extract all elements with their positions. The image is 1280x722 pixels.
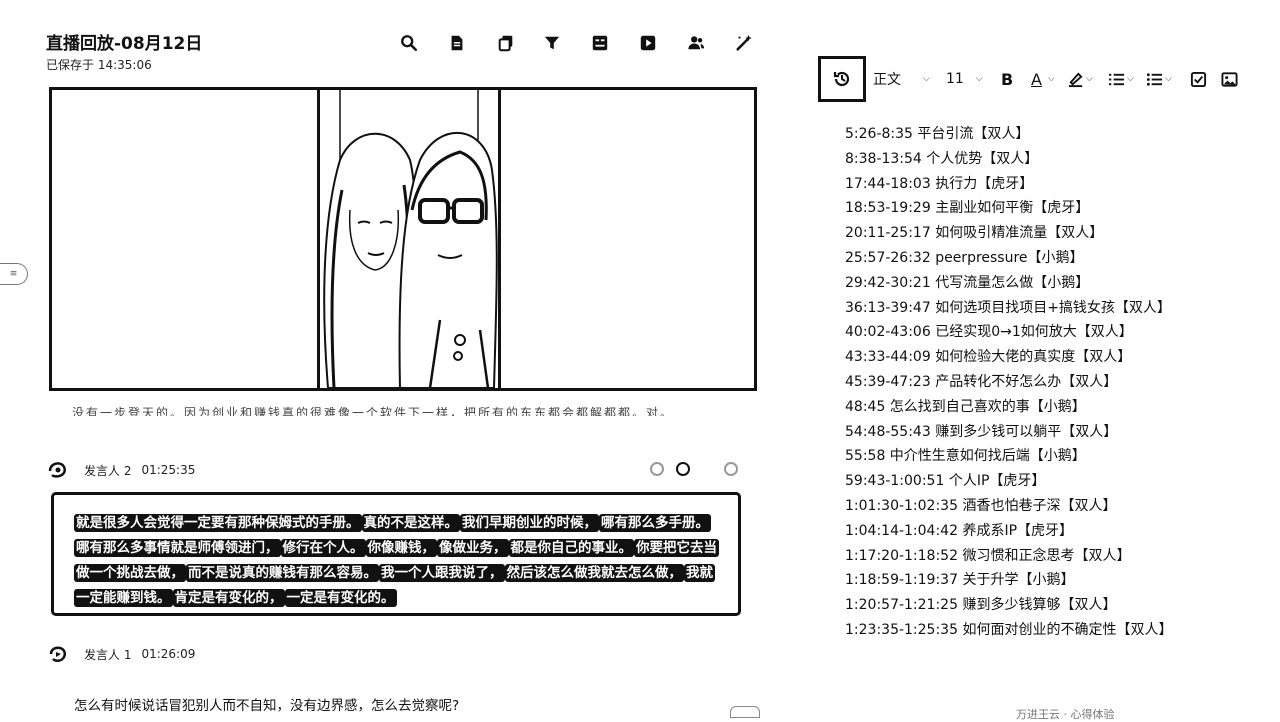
transcript-segment[interactable]: 修行在个人。	[280, 539, 366, 557]
speaker-name: 发言人 2	[84, 463, 132, 478]
chapter-item[interactable]: 55:58 中介性生意如何找后端【小鹅】	[845, 444, 1265, 469]
font-size-value: 11	[946, 71, 964, 87]
chapter-item[interactable]: 20:11-25:17 如何吸引精准流量【双人】	[845, 221, 1265, 246]
chapter-item[interactable]: 25:57-26:32 peerpressure【小鹅】	[845, 246, 1265, 271]
expand-panel-tab[interactable]: ≡	[0, 263, 28, 285]
chapter-item[interactable]: 54:48-55:43 赚到多少钱可以躺平【双人】	[845, 420, 1265, 445]
text-color-icon: A	[1031, 69, 1042, 89]
transcript-segment[interactable]: 肯定是有变化的，	[172, 589, 285, 607]
speaker-photo	[317, 90, 501, 388]
transcript-segment[interactable]: 就是很多人会觉得一定要有那种保姆式的手册。	[74, 514, 362, 532]
transcript-segment[interactable]: 而不是说真的赚钱有那么容易。	[186, 564, 379, 582]
transcript-segment[interactable]: 你像赚钱，	[365, 539, 437, 557]
page-title: 直播回放-08月12日	[46, 34, 203, 54]
image-icon	[1221, 71, 1238, 87]
play-icon[interactable]	[637, 32, 659, 54]
transcript-segment[interactable]: 我们早期创业的时候，	[460, 514, 599, 532]
chevron-down-icon: ⌵	[1047, 74, 1055, 84]
segment-controls	[650, 462, 738, 476]
bullet-list-icon	[1146, 72, 1163, 86]
transcript-segment[interactable]: 真的不是这样。	[361, 514, 460, 532]
transcript-segment[interactable]: 一定是有变化的。	[284, 589, 397, 607]
speaker-header: 发言人 1 01:26:09	[48, 644, 195, 664]
subtitle-icon[interactable]	[589, 32, 611, 54]
chapter-item[interactable]: 1:18:59-1:19:37 关于升学【小鹅】	[845, 568, 1265, 593]
chevron-down-icon: ⌵	[1086, 74, 1093, 84]
text-color-button[interactable]: A ⌵	[1031, 69, 1055, 89]
chapter-item[interactable]: 40:02-43:06 已经实现0→1如何放大【双人】	[845, 320, 1265, 345]
chapter-item[interactable]: 18:53-19:29 主副业如何平衡【虎牙】	[845, 196, 1265, 221]
chapter-item[interactable]: 17:44-18:03 执行力【虎牙】	[845, 172, 1265, 197]
chapter-item[interactable]: 1:17:20-1:18:52 微习惯和正念思考【双人】	[845, 544, 1265, 569]
history-icon	[833, 71, 850, 87]
chapter-item[interactable]: 59:43-1:00:51 个人IP【虎牙】	[845, 469, 1265, 494]
transcript-segment[interactable]: 我一个人跟我说了，	[379, 564, 505, 582]
history-button[interactable]	[818, 56, 866, 102]
filter-icon[interactable]	[541, 32, 563, 54]
paragraph-style-select[interactable]: 正文 ⌵	[873, 69, 930, 89]
chapter-item[interactable]: 36:13-39:47 如何选项目找项目+搞钱女孩【双人】	[845, 296, 1265, 321]
scroll-handle[interactable]	[730, 706, 760, 718]
people-icon[interactable]	[685, 32, 707, 54]
transcript-paragraph[interactable]: 就是很多人会觉得一定要有那种保姆式的手册。 真的不是这样。 我们早期创业的时候， 哪有…	[51, 492, 741, 616]
chevron-down-icon: ⌵	[1165, 74, 1172, 84]
bullet-list-button[interactable]: ⌵	[1146, 69, 1172, 89]
chapter-item[interactable]: 45:39-47:23 产品转化不好怎么办【双人】	[845, 370, 1265, 395]
transcript-paragraph[interactable]: 怎么有时候说话冒犯别人而不自知，没有边界感，怎么去觉察呢?	[74, 694, 459, 714]
paragraph-style-label: 正文	[873, 72, 901, 88]
chapter-item[interactable]: 1:20:57-1:21:25 赚到多少钱算够【双人】	[845, 593, 1265, 618]
option-circle-icon[interactable]	[650, 462, 664, 476]
chevron-down-icon: ⌵	[975, 74, 983, 84]
insert-image-button[interactable]	[1221, 69, 1238, 89]
speaker-avatar-icon	[49, 646, 67, 662]
speaker-avatar-icon	[48, 462, 66, 478]
chapter-item[interactable]: 1:23:35-1:25:35 如何面对创业的不确定性【双人】	[845, 618, 1265, 643]
speaker-name: 发言人 1	[84, 647, 132, 662]
bold-button[interactable]: B	[1001, 69, 1013, 89]
checklist-button[interactable]	[1190, 69, 1207, 89]
chapter-item[interactable]: 48:45 怎么找到自己喜欢的事【小鹅】	[845, 395, 1265, 420]
transcript-text: 就是很多人会觉得一定要有那种保姆式的手册。 真的不是这样。 我们早期创业的时候， 哪有…	[74, 511, 720, 611]
checkbox-icon	[1190, 71, 1207, 87]
ordered-list-button[interactable]: ⌵	[1108, 69, 1134, 89]
transcript-segment[interactable]: 然后该怎么做我就去怎么做，	[504, 564, 684, 582]
speaker-header: 发言人 2 01:25:35	[48, 460, 195, 480]
ordered-list-icon	[1108, 73, 1125, 85]
saved-status: 已保存于 14:35:06	[46, 58, 152, 72]
chapter-item[interactable]: 5:26-8:35 平台引流【双人】	[845, 122, 1265, 147]
search-icon[interactable]	[398, 32, 420, 54]
transcript-segment[interactable]: 哪有那么多事情就是师傅领进门，	[74, 539, 281, 557]
chapter-item[interactable]: 1:04:14-1:04:42 养成系IP【虎牙】	[845, 519, 1265, 544]
partial-caption: 没有一步登天的。因为创业和赚钱真的很难像一个软件下一样，把所有的东东都会都解都都…	[72, 406, 675, 416]
chapter-item[interactable]: 43:33-44:09 如何检验大佬的真实度【双人】	[845, 345, 1265, 370]
copy-icon[interactable]	[495, 32, 517, 54]
speaker-time: 01:25:35	[141, 463, 196, 477]
chapter-item[interactable]: 8:38-13:54 个人优势【双人】	[845, 147, 1265, 172]
highlight-button[interactable]: ⌵	[1067, 69, 1093, 89]
highlighter-icon	[1068, 71, 1083, 87]
chapter-list: 5:26-8:35 平台引流【双人】 8:38-13:54 个人优势【双人】 1…	[845, 122, 1265, 643]
format-toolbar: 正文 ⌵ 11 ⌵ B A ⌵ ⌵ ⌵ ⌵	[818, 56, 1273, 102]
option-circle-icon[interactable]	[724, 462, 738, 476]
chevron-down-icon: ⌵	[923, 74, 930, 84]
footer-watermark: 万进王云 · 心得体验	[1016, 708, 1115, 721]
transcript-segment[interactable]: 像做业务，	[437, 539, 509, 557]
option-circle-icon[interactable]	[676, 462, 690, 476]
video-player[interactable]	[49, 87, 757, 391]
font-size-select[interactable]: 11 ⌵	[946, 69, 983, 89]
chevron-down-icon: ⌵	[1127, 74, 1134, 84]
expand-icon: ≡	[9, 269, 18, 279]
transcript-segment[interactable]: 都是你自己的事业。	[508, 539, 634, 557]
chapter-item[interactable]: 1:01:30-1:02:35 酒香也怕巷子深【双人】	[845, 494, 1265, 519]
magic-wand-icon[interactable]	[733, 32, 755, 54]
chapter-item[interactable]: 29:42-30:21 代写流量怎么做【小鹅】	[845, 271, 1265, 296]
document-icon[interactable]	[446, 32, 468, 54]
speaker-time: 01:26:09	[141, 647, 196, 661]
transcript-segment[interactable]: 哪有那么多手册。	[599, 514, 711, 532]
